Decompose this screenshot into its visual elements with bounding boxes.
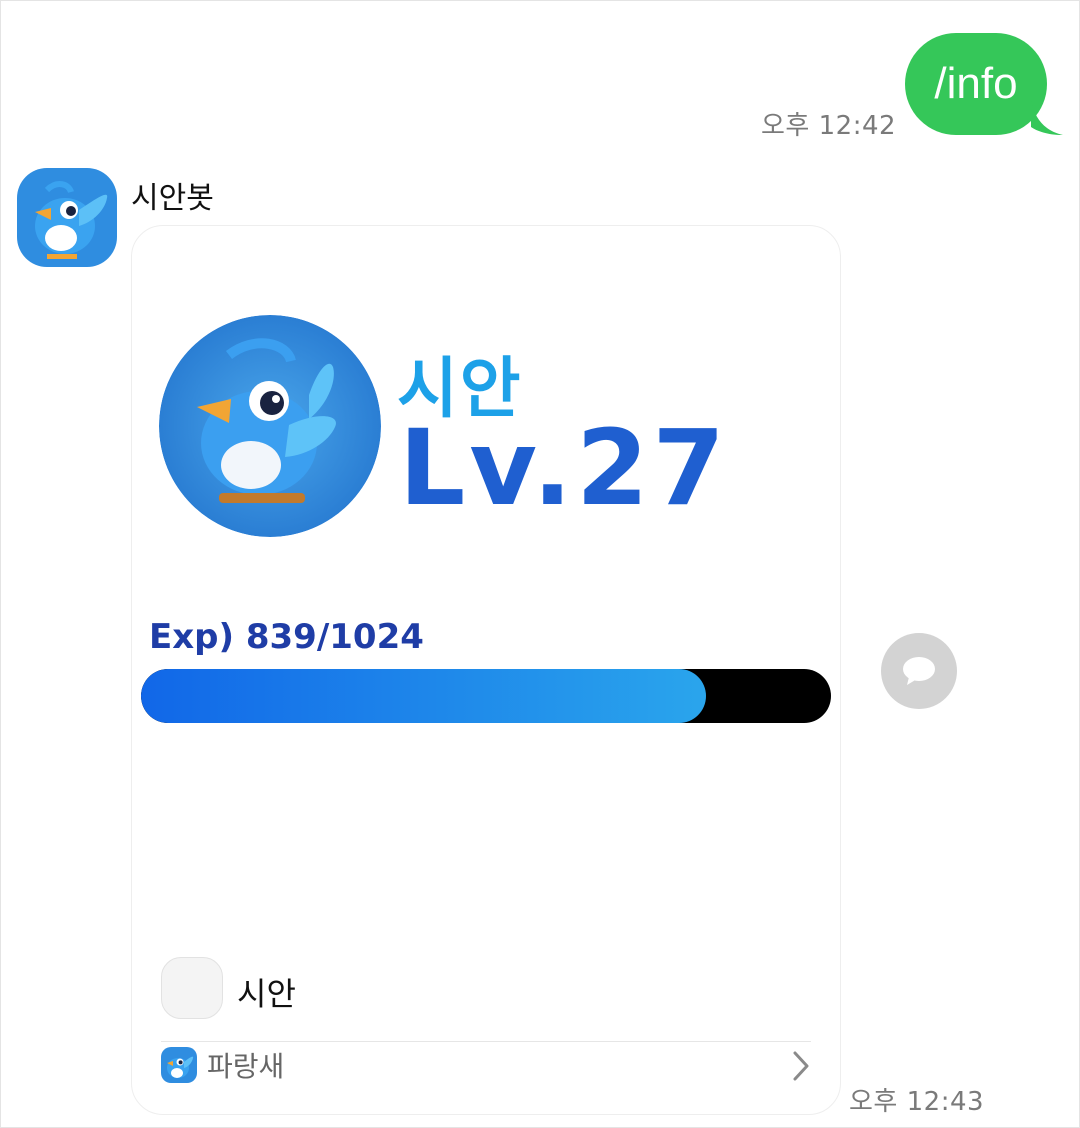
exp-progress-fill <box>141 669 707 723</box>
chevron-right-icon[interactable] <box>789 1049 813 1083</box>
sender-name: 시안봇 <box>131 181 214 216</box>
footer-divider <box>161 1041 811 1042</box>
outgoing-message-text: /info <box>934 59 1018 108</box>
speech-bubble-icon <box>903 657 935 685</box>
share-button[interactable] <box>881 633 957 709</box>
exp-progress-bar <box>141 669 831 723</box>
footer-avatar[interactable] <box>161 957 223 1019</box>
message-tail <box>1031 101 1063 135</box>
exp-label: Exp) 839/1024 <box>149 617 424 657</box>
footer-app-name[interactable]: 파랑새 <box>207 1045 284 1085</box>
level-text: Lv.27 <box>399 407 729 529</box>
chat-window: /info 오후 12:42 시안봇 시안 Lv.27 Exp) 839/102… <box>0 0 1080 1128</box>
outgoing-timestamp: 오후 12:42 <box>761 111 897 141</box>
outgoing-message-bubble[interactable]: /info <box>905 33 1047 135</box>
incoming-timestamp: 오후 12:43 <box>849 1087 985 1117</box>
blue-bird-app-icon[interactable] <box>161 1047 197 1083</box>
blue-bird-profile-icon <box>159 315 381 537</box>
blue-bird-avatar-icon[interactable] <box>17 168 117 267</box>
footer-name: 시안 <box>237 975 296 1013</box>
